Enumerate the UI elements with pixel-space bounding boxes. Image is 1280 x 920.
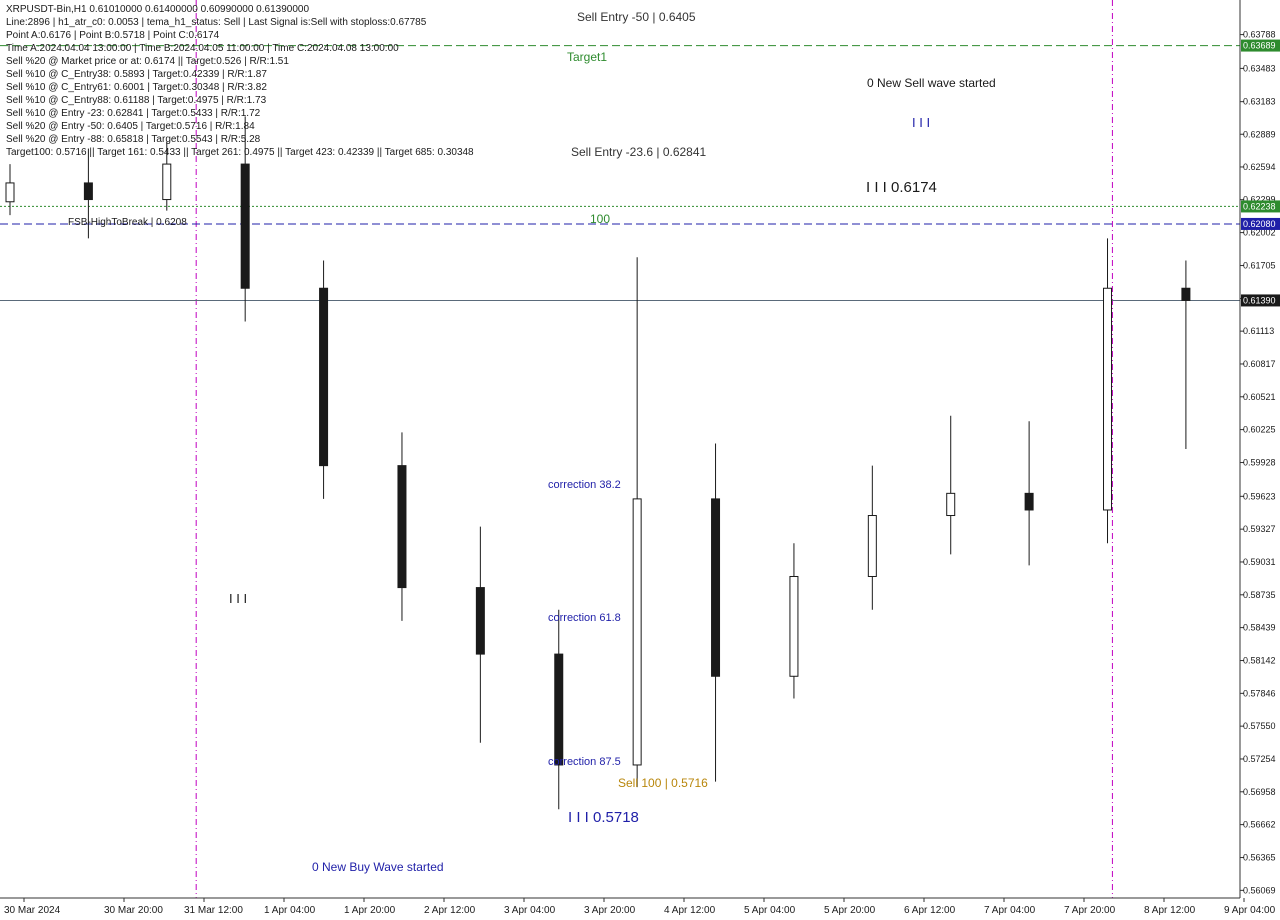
price-tick-label: 0.59928 [1243,458,1276,468]
price-tick-label: 0.59327 [1243,524,1276,534]
sell-entry-23-label: Sell Entry -23.6 | 0.62841 [571,145,707,159]
time-tick-label: 30 Mar 20:00 [104,905,163,916]
fsb-high-label: FSB-HighToBreak | 0.6208 [68,217,187,228]
info-line: Sell %10 @ C_Entry38: 0.5893 | Target:0.… [6,69,267,80]
time-axis: 30 Mar 2024 30 Mar 20:00 31 Mar 12:00 1 Apr… [0,897,1276,916]
price-tick-label: 0.57846 [1243,688,1276,698]
info-line: Sell %10 @ Entry -23: 0.62841 | Target:0… [6,108,261,119]
price-tick-label: 0.58439 [1243,623,1276,633]
candle-body [554,653,564,766]
price-tick-label: 0.58735 [1243,590,1276,600]
price-tick-label: 0.62594 [1243,162,1276,172]
point-b-label: I I I 0.5718 [568,809,639,826]
candle-body [475,587,485,655]
candle-body [867,515,877,577]
price-level-tag-text: 0.62080 [1243,219,1276,229]
candle-body [319,287,329,467]
info-line: Target100: 0.5716 || Target 161: 0.5433 … [6,147,474,158]
time-tick-label: 5 Apr 20:00 [824,905,876,916]
price-level-tag-text: 0.63689 [1243,41,1276,51]
price-tick-label: 0.57254 [1243,754,1276,764]
info-line: Sell %20 @ Market price or at: 0.6174 ||… [6,56,289,67]
point-c-marks: I I I [912,115,930,130]
info-line: Sell %10 @ C_Entry61: 0.6001 | Target:0.… [6,82,267,93]
time-tick-label: 6 Apr 12:00 [904,905,956,916]
new-sell-wave-label: 0 New Sell wave started [867,76,996,90]
price-tick-label: 0.60521 [1243,392,1276,402]
time-tick-label: 30 Mar 2024 [4,905,61,916]
time-tick-label: 7 Apr 04:00 [984,905,1036,916]
correction-61-label: correction 61.8 [548,612,621,624]
candle-body [789,575,799,677]
candle-body [946,492,956,517]
time-tick-label: 3 Apr 20:00 [584,905,636,916]
point-c-label: I I I 0.6174 [866,179,937,196]
level-100-label: 100 [590,212,610,226]
left-marks: I I I [229,591,247,606]
time-tick-label: 3 Apr 04:00 [504,905,556,916]
candle-body [397,465,407,589]
price-tick-label: 0.63788 [1243,30,1276,40]
target1-label: Target1 [567,50,607,64]
candle-body [240,163,250,289]
time-tick-label: 7 Apr 20:00 [1064,905,1116,916]
candle-body [162,163,172,201]
time-tick-label: 4 Apr 12:00 [664,905,716,916]
price-tick-label: 0.56662 [1243,820,1276,830]
candle-body [1181,287,1191,301]
price-tick-label: 0.63183 [1243,97,1276,107]
sell-100-label: Sell 100 | 0.5716 [618,776,708,790]
candle-body [83,182,93,201]
time-tick-label: 1 Apr 04:00 [264,905,316,916]
price-tick-label: 0.57550 [1243,721,1276,731]
info-line: Time A:2024.04.04 13:00:00 | Time B:2024… [6,43,399,54]
candle-body [1103,287,1113,511]
price-tick-label: 0.56958 [1243,787,1276,797]
price-tick-label: 0.60817 [1243,359,1276,369]
price-tick-label: 0.59623 [1243,491,1276,501]
time-tick-label: 31 Mar 12:00 [184,905,243,916]
info-line: XRPUSDT-Bin,H1 0.61010000 0.61400000 0.6… [6,4,309,15]
price-level-tag-text: 0.61390 [1243,295,1276,305]
price-tick-label: 0.56069 [1243,885,1276,895]
info-line: Sell %20 @ Entry -50: 0.6405 | Target:0.… [6,121,255,132]
sell-entry-50-label: Sell Entry -50 | 0.6405 [577,10,696,24]
price-tick-label: 0.59031 [1243,557,1276,567]
time-tick-label: 2 Apr 12:00 [424,905,476,916]
time-tick-label: 9 Apr 04:00 [1224,905,1276,916]
price-tick-label: 0.61113 [1243,326,1274,336]
price-tick-label: 0.63483 [1243,63,1276,73]
price-tick-label: 0.62889 [1243,129,1276,139]
price-axis: 0.63788 0.63483 0.63183 0.62889 0.62594 0.622… [1239,0,1276,898]
candle-body [5,182,15,203]
correction-87-label: correction 87.5 [548,756,621,768]
price-chart[interactable]: XRPUSDT-Bin,H1 0.61010000 0.61400000 0.6… [0,0,1280,920]
info-line: Point A:0.6176 | Point B:0.5718 | Point … [6,30,220,41]
time-tick-label: 1 Apr 20:00 [344,905,396,916]
price-tick-label: 0.60225 [1243,425,1276,435]
info-line: Sell %10 @ C_Entry88: 0.61188 | Target:0… [6,95,267,106]
correction-38-label: correction 38.2 [548,479,621,491]
price-tick-label: 0.56365 [1243,853,1276,863]
candle-body [632,498,642,766]
info-line: Sell %20 @ Entry -88: 0.65818 | Target:0… [6,134,261,145]
time-tick-label: 5 Apr 04:00 [744,905,796,916]
price-level-tag-text: 0.62238 [1243,201,1276,211]
price-tick-label: 0.61705 [1243,261,1276,271]
price-tick-label: 0.58142 [1243,656,1276,666]
candle-body [1024,492,1034,511]
time-tick-label: 8 Apr 12:00 [1144,905,1196,916]
info-line: Line:2896 | h1_atr_c0: 0.0053 | tema_h1_… [6,17,427,28]
new-buy-wave-label: 0 New Buy Wave started [312,860,444,874]
candle-body [711,498,721,677]
